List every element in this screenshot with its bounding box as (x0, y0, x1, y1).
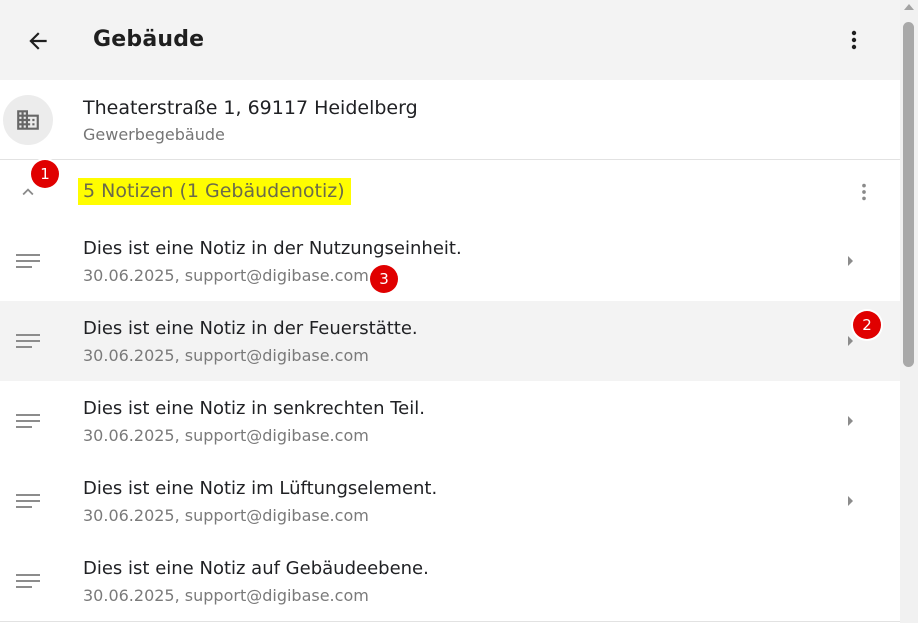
note-list-item[interactable]: Dies ist eine Notiz in der Nutzungseinhe… (0, 221, 900, 301)
note-meta: 30.06.2025, support@digibase.com (83, 426, 369, 445)
note-meta: 30.06.2025, support@digibase.com (83, 506, 369, 525)
building-icon (17, 110, 39, 130)
scroll-up-arrow-icon[interactable] (904, 4, 914, 10)
app-window: Gebäude Theaterstraße 1, 69117 Heidelber… (0, 0, 900, 623)
note-lines-icon (16, 494, 40, 508)
notes-section-header: 5 Notizen (1 Gebäudenotiz) (0, 160, 900, 222)
back-button[interactable] (18, 21, 58, 61)
more-vertical-icon (851, 30, 857, 50)
note-list-item[interactable]: Dies ist eine Notiz in senkrechten Teil.… (0, 381, 900, 461)
top-app-bar: Gebäude (0, 0, 900, 80)
notes-overflow-menu-button[interactable] (850, 176, 878, 208)
note-meta: 30.06.2025, support@digibase.com (83, 346, 369, 365)
note-list-item[interactable]: Dies ist eine Notiz im Lüftungselement. … (0, 461, 900, 541)
vertical-scrollbar[interactable] (900, 0, 918, 623)
page-title: Gebäude (93, 27, 205, 52)
note-title: Dies ist eine Notiz in der Nutzungseinhe… (83, 238, 462, 259)
divider (0, 621, 900, 622)
building-type: Gewerbegebäude (83, 125, 225, 144)
arrow-left-icon (29, 32, 47, 50)
note-meta: 30.06.2025, support@digibase.com (83, 586, 369, 605)
scrollbar-thumb[interactable] (903, 22, 914, 367)
note-title: Dies ist eine Notiz in der Feuerstätte. (83, 318, 418, 339)
note-lines-icon (16, 254, 40, 268)
note-lines-icon (16, 574, 40, 588)
note-lines-icon (16, 414, 40, 428)
building-address: Theaterstraße 1, 69117 Heidelberg (83, 97, 418, 119)
note-title: Dies ist eine Notiz im Lüftungselement. (83, 478, 438, 499)
note-title: Dies ist eine Notiz in senkrechten Teil. (83, 398, 425, 419)
annotation-marker-2: 2 (853, 311, 881, 339)
chevron-right-icon (840, 411, 860, 431)
note-list-item-selected[interactable]: Dies ist eine Notiz in der Feuerstätte. … (0, 301, 900, 381)
overflow-menu-button[interactable] (836, 22, 872, 58)
note-lines-icon (16, 334, 40, 348)
building-header-item[interactable]: Theaterstraße 1, 69117 Heidelberg Gewerb… (0, 80, 900, 160)
chevron-right-icon (840, 491, 860, 511)
note-meta: 30.06.2025, support@digibase.com (83, 266, 369, 285)
annotation-marker-3: 3 (370, 265, 398, 293)
notes-count-label: 5 Notizen (1 Gebäudenotiz) (78, 178, 351, 205)
note-title: Dies ist eine Notiz auf Gebäudeebene. (83, 558, 429, 579)
more-vertical-icon (862, 183, 866, 201)
note-list-item[interactable]: Dies ist eine Notiz auf Gebäudeebene. 30… (0, 541, 900, 621)
annotation-marker-1: 1 (31, 160, 59, 188)
chevron-right-icon (840, 251, 860, 271)
building-avatar (3, 95, 53, 145)
